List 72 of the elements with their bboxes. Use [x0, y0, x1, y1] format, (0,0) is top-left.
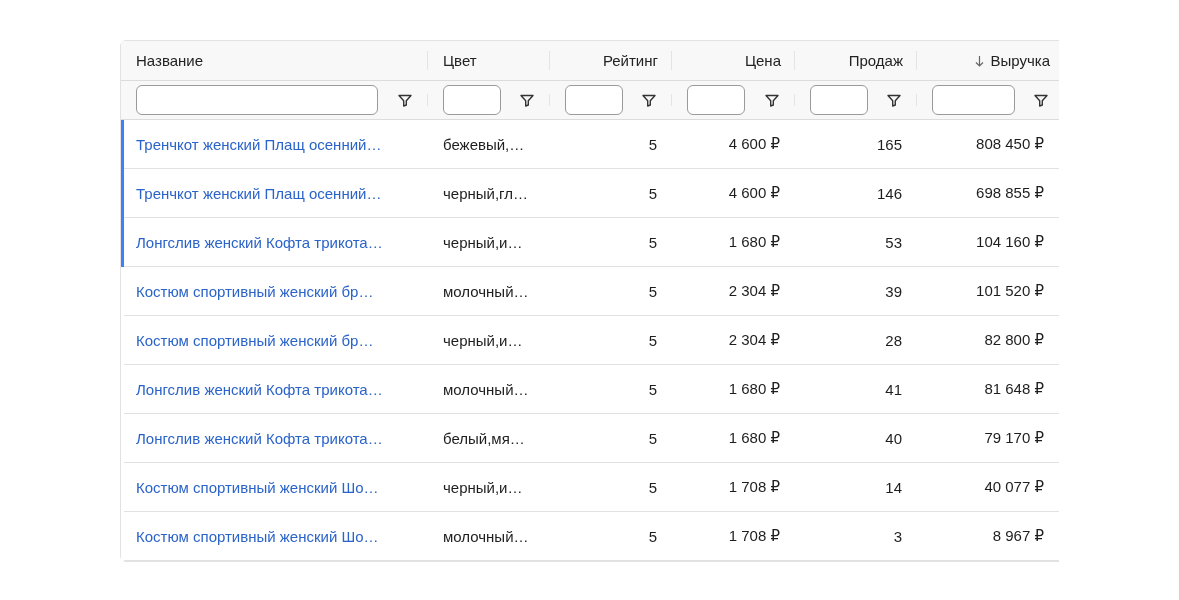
table-cell: 4 600 ₽	[728, 135, 780, 153]
column-header[interactable]: Рейтинг	[602, 52, 658, 69]
table-cell: 101 520 ₽	[976, 282, 1044, 300]
table-cell: 1 680 ₽	[728, 429, 780, 447]
table-cell: молочный…	[443, 527, 529, 545]
filter-input[interactable]	[932, 85, 1015, 115]
table-cell: 5	[648, 233, 657, 251]
table-cell: 5	[648, 184, 657, 202]
table-cell: 28	[885, 331, 902, 349]
table-cell: 1 708 ₽	[728, 527, 780, 545]
filter-input[interactable]	[443, 85, 501, 115]
table-cell: 81 648 ₽	[984, 380, 1044, 398]
product-link[interactable]: Лонгслив женский Кофта трикота…	[136, 380, 383, 398]
filter-icon[interactable]	[642, 93, 656, 107]
table-cell: 1 680 ₽	[728, 380, 780, 398]
table-cell: 8 967 ₽	[992, 527, 1044, 545]
table-cell: 40	[885, 429, 902, 447]
table-cell: черный,и…	[443, 331, 523, 349]
table-cell: молочный…	[443, 282, 529, 300]
product-link[interactable]: Лонгслив женский Кофта трикота…	[136, 429, 383, 447]
table-cell: 39	[885, 282, 902, 300]
table-cell: 40 077 ₽	[984, 478, 1044, 496]
table-cell: 1 708 ₽	[728, 478, 780, 496]
table-cell: 698 855 ₽	[976, 184, 1044, 202]
table-cell: молочный…	[443, 380, 529, 398]
table-cell: 5	[648, 478, 657, 496]
table-cell: 53	[885, 233, 902, 251]
column-header[interactable]: Цвет	[443, 52, 477, 69]
table-cell: 104 160 ₽	[976, 233, 1044, 251]
table-cell: черный,и…	[443, 478, 523, 496]
table-cell: 41	[885, 380, 902, 398]
table-cell: 5	[648, 135, 657, 153]
table-cell: 146	[876, 184, 902, 202]
table-cell: 79 170 ₽	[984, 429, 1044, 447]
product-link[interactable]: Костюм спортивный женский Шо…	[136, 527, 379, 545]
product-link[interactable]: Костюм спортивный женский бр…	[136, 282, 374, 300]
column-header[interactable]: Выручка	[990, 52, 1050, 69]
product-link[interactable]: Тренчкот женский Плащ осенний…	[136, 135, 382, 153]
table-cell: черный,и…	[443, 233, 523, 251]
filter-icon[interactable]	[887, 93, 901, 107]
table-cell: 5	[648, 331, 657, 349]
column-header[interactable]: Название	[136, 52, 204, 69]
table-cell: 165	[876, 135, 902, 153]
table-cell: 5	[648, 282, 657, 300]
table-cell: бежевый,…	[443, 135, 525, 153]
filter-input[interactable]	[136, 85, 378, 115]
table-cell: 4 600 ₽	[728, 184, 780, 202]
table-cell: 1 680 ₽	[728, 233, 780, 251]
filter-icon[interactable]	[398, 93, 412, 107]
filter-input[interactable]	[687, 85, 745, 115]
table-cell: 82 800 ₽	[984, 331, 1044, 349]
product-link[interactable]: Тренчкот женский Плащ осенний…	[136, 184, 382, 202]
filter-input[interactable]	[810, 85, 868, 115]
table-cell: 5	[648, 429, 657, 447]
table-cell: 808 450 ₽	[976, 135, 1044, 153]
product-link[interactable]: Костюм спортивный женский Шо…	[136, 478, 379, 496]
filter-icon[interactable]	[520, 93, 534, 107]
table-cell: 2 304 ₽	[728, 282, 780, 300]
product-link[interactable]: Лонгслив женский Кофта трикота…	[136, 233, 383, 251]
product-link[interactable]: Костюм спортивный женский бр…	[136, 331, 374, 349]
column-header[interactable]: Цена	[744, 52, 781, 69]
table-cell: черный,гл…	[443, 184, 528, 202]
table-cell: 5	[648, 527, 657, 545]
filter-icon[interactable]	[765, 93, 779, 107]
filter-icon[interactable]	[1034, 93, 1048, 107]
table-cell: 3	[893, 527, 902, 545]
table-cell: 5	[648, 380, 657, 398]
column-header[interactable]: Продаж	[848, 52, 903, 69]
table-cell: 2 304 ₽	[728, 331, 780, 349]
table-cell: белый,мя…	[443, 429, 525, 447]
table-cell: 14	[885, 478, 902, 496]
filter-input[interactable]	[565, 85, 623, 115]
